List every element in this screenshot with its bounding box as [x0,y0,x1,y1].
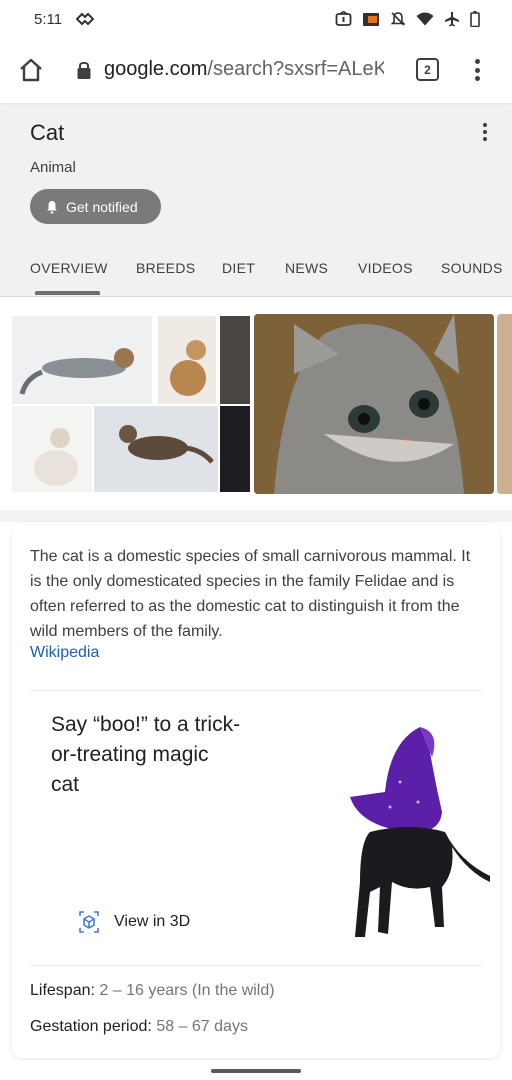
tab-switcher-button[interactable]: 2 [416,58,439,81]
fact-gestation: Gestation period: 58 – 67 days [30,1018,248,1036]
cat-image-3[interactable] [220,316,250,404]
url-path: /search?sxsrf=ALeK [207,58,384,80]
image-carousel [0,300,512,510]
cat-image-6[interactable] [220,406,250,492]
promo-headline: Say “boo!” to a trick-or-treating magic … [51,713,241,796]
more-vert-icon [474,59,480,64]
knowledge-panel-header: Cat Animal Get notified OVERVIEW BREEDS … [0,105,512,297]
entity-more-button[interactable] [480,123,490,141]
browser-toolbar: google.com/search?sxsrf=ALeK 2 [0,38,512,104]
fact-label: Lifespan: [30,982,95,999]
cast-icon [363,12,379,26]
cat-image-2[interactable] [158,316,216,404]
cat-image-1[interactable] [12,316,152,404]
description-text: The cat is a domestic species of small c… [30,548,471,640]
fact-lifespan: Lifespan: 2 – 16 years (In the wild) [30,982,275,1000]
cat-image-4[interactable] [12,406,92,492]
cat-image-next[interactable] [497,314,512,494]
bell-icon [47,200,57,213]
tab-count: 2 [424,62,431,77]
wifi-icon [416,12,434,26]
card-separator [30,690,482,691]
url-host: google.com [104,58,208,80]
dnd-icon [390,12,406,26]
get-notified-label: Get notified [66,198,138,215]
wikipedia-link[interactable]: Wikipedia [30,644,99,662]
card-separator-2 [30,965,482,966]
home-icon[interactable] [18,57,44,83]
tab-overview[interactable]: OVERVIEW [30,260,108,276]
browser-menu-button[interactable] [468,56,486,84]
fact-value: 58 – 67 days [156,1018,248,1035]
airplane-icon [445,12,459,27]
cat-image-5[interactable] [94,406,218,492]
cube-3d-icon [79,911,99,933]
fact-label: Gestation period: [30,1018,152,1035]
tab-diet[interactable]: DIET [222,260,255,276]
status-time: 5:11 [34,10,63,28]
gesture-nav-handle[interactable] [211,1069,301,1073]
tab-videos[interactable]: VIDEOS [358,260,413,276]
view-in-3d-button[interactable]: View in 3D [78,910,190,934]
data-saver-icon [76,12,95,26]
tab-sounds[interactable]: SOUNDS [441,260,503,276]
lock-icon[interactable] [76,60,92,80]
witch-cat-3d-image[interactable] [330,722,490,947]
tab-breeds[interactable]: BREEDS [136,260,195,276]
active-tab-indicator [35,291,100,295]
alarm-icon [335,11,352,26]
description-card: The cat is a domestic species of small c… [12,522,500,1058]
view-in-3d-label: View in 3D [114,913,191,930]
get-notified-button[interactable]: Get notified [30,189,161,224]
entity-subtitle: Animal [30,159,76,176]
url-field[interactable]: google.com/search?sxsrf=ALeK [104,58,384,84]
section-divider [0,510,512,522]
entity-title: Cat [30,120,65,145]
fact-value: 2 – 16 years (In the wild) [99,982,275,999]
status-bar: 5:11 [0,0,512,38]
battery-icon [470,11,480,27]
tab-news[interactable]: NEWS [285,260,328,276]
cat-image-featured[interactable] [254,314,494,494]
